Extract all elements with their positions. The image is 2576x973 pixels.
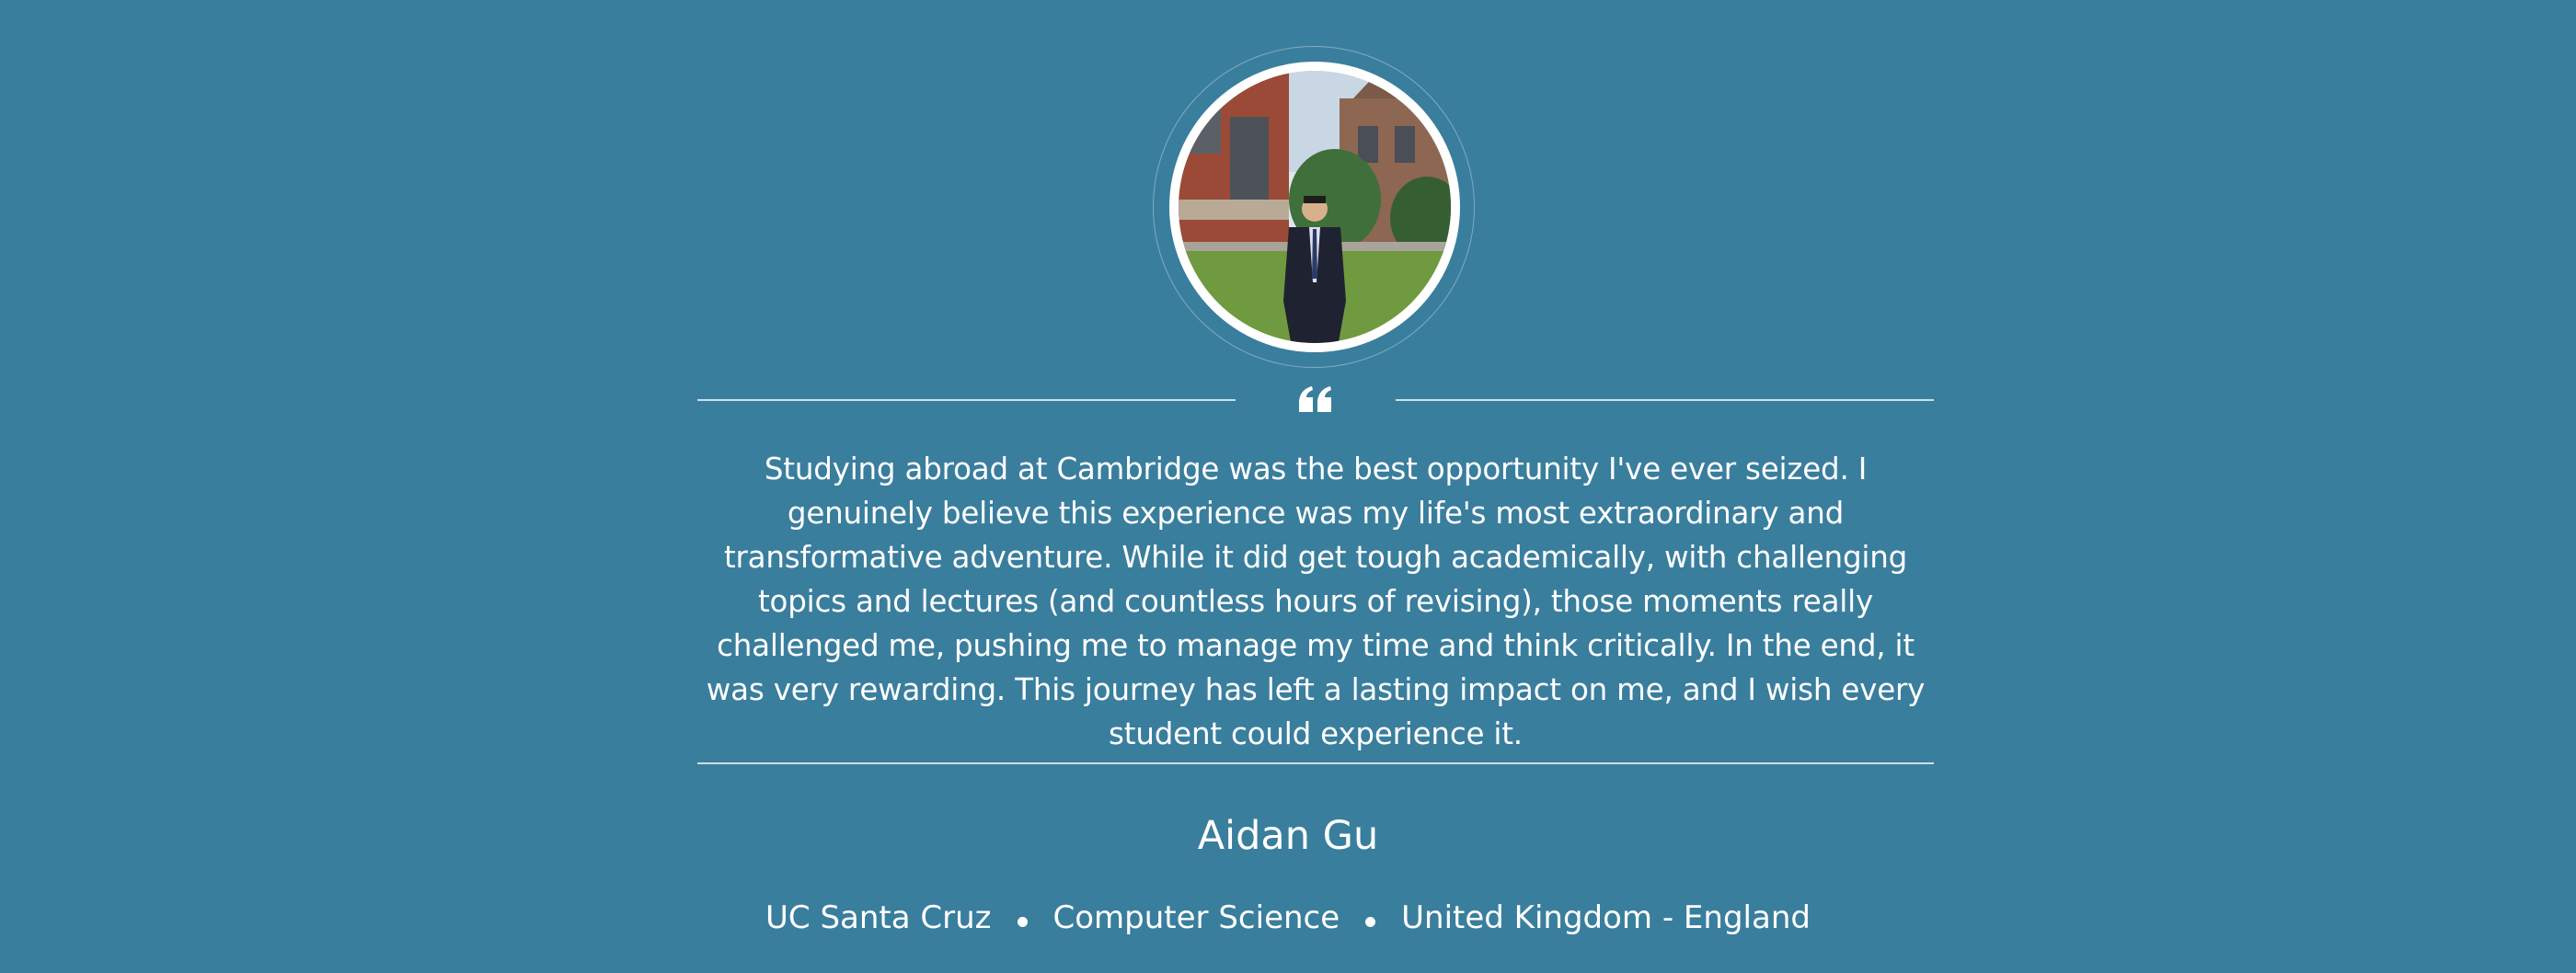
profile-photo (1179, 71, 1451, 343)
university-label: UC Santa Cruz (765, 899, 992, 936)
person-meta: UC Santa Cruz Computer Science United Ki… (0, 898, 2576, 938)
divider-right (1396, 399, 1934, 401)
bullet-separator (1017, 916, 1028, 927)
quote-left-icon (1299, 386, 1331, 412)
bullet-separator (1365, 916, 1376, 927)
major-label: Computer Science (1052, 899, 1340, 936)
testimonial-text: Studying abroad at Cambridge was the bes… (706, 452, 1926, 751)
location-label: United Kingdom - England (1401, 899, 1811, 936)
divider-bottom (697, 762, 1934, 764)
avatar (1169, 62, 1460, 352)
divider-left (697, 399, 1236, 401)
person-name: Aidan Gu (1197, 813, 1379, 859)
